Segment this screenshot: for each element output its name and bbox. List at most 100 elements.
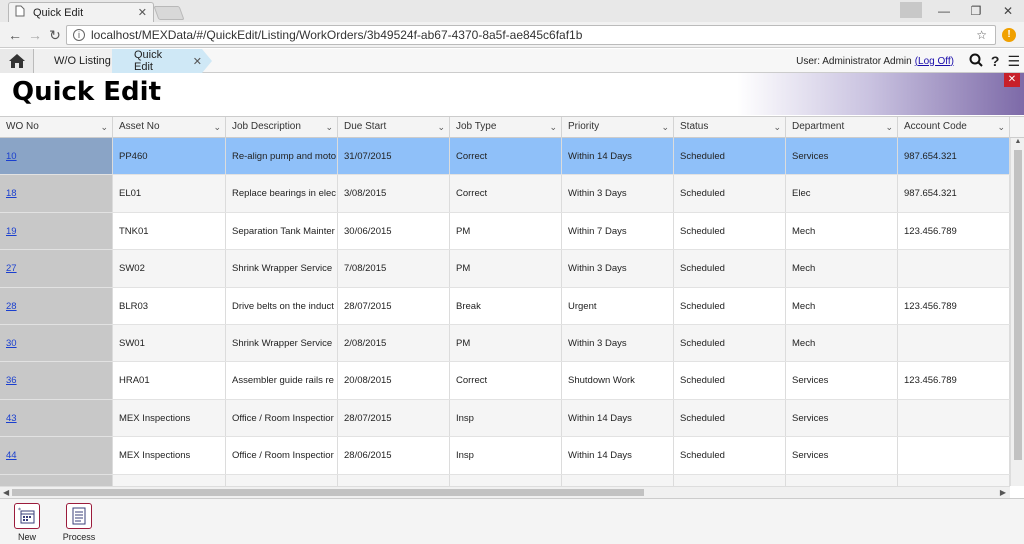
wo-number-link[interactable]: 36: [6, 375, 17, 386]
cell-priority[interactable]: [562, 474, 674, 486]
cell-job-type[interactable]: PM: [450, 250, 562, 287]
chevron-down-icon[interactable]: ⌄: [773, 117, 781, 137]
wo-number-link[interactable]: 10: [6, 151, 17, 162]
cell-due-start[interactable]: 3/08/2015: [338, 175, 450, 212]
cell-account-code[interactable]: 123.456.789: [898, 212, 1010, 250]
cell-due-start[interactable]: 28/07/2015: [338, 399, 450, 437]
column-header-job-type[interactable]: Job Type ⌄: [450, 117, 562, 138]
cell-job-description[interactable]: Replace bearings in elec: [226, 175, 338, 212]
chevron-down-icon[interactable]: ⌄: [549, 117, 557, 137]
search-icon[interactable]: [969, 53, 983, 70]
cell-account-code[interactable]: [898, 324, 1010, 362]
cell-due-start[interactable]: 28/07/2015: [338, 287, 450, 324]
close-breadcrumb-icon[interactable]: ✕: [193, 55, 202, 68]
cell-asset-no[interactable]: SW02: [113, 250, 226, 287]
chevron-down-icon[interactable]: ⌄: [100, 117, 108, 137]
cell-account-code[interactable]: [898, 250, 1010, 287]
info-icon[interactable]: i: [73, 29, 85, 41]
cell-status[interactable]: Scheduled: [674, 212, 786, 250]
table-row[interactable]: 43 MEX Inspections Office / Room Inspectio…: [0, 399, 1010, 438]
wo-number-link[interactable]: 19: [6, 226, 17, 237]
cell-department[interactable]: Mech: [786, 324, 898, 362]
cell-job-description[interactable]: Office / Room Inspectior: [226, 399, 338, 437]
cell-job-description[interactable]: Assembler guide rails re: [226, 362, 338, 399]
cell-status[interactable]: Scheduled: [674, 250, 786, 287]
cell-priority[interactable]: Urgent: [562, 287, 674, 324]
cell-job-type[interactable]: PM: [450, 212, 562, 250]
table-row[interactable]: 19 TNK01 Separation Tank Mainter 30/06/2015…: [0, 212, 1010, 251]
cell-priority[interactable]: Within 3 Days: [562, 250, 674, 287]
cell-status[interactable]: Scheduled: [674, 437, 786, 474]
cell-due-start[interactable]: 28/06/2015: [338, 437, 450, 474]
scroll-thumb[interactable]: [1014, 150, 1022, 460]
column-header-job-description[interactable]: Job Description ⌄: [226, 117, 338, 138]
chevron-down-icon[interactable]: ⌄: [661, 117, 669, 137]
cell-job-description[interactable]: Office / Room Inspectior: [226, 437, 338, 474]
bookmark-star-icon[interactable]: ☆: [976, 28, 987, 42]
cell-job-type[interactable]: PM: [450, 324, 562, 362]
cell-asset-no[interactable]: MEX Inspections: [113, 437, 226, 474]
reload-icon[interactable]: ↻: [46, 26, 64, 44]
table-row[interactable]: 18 EL01 Replace bearings in elec 3/08/2015 C…: [0, 175, 1010, 213]
cell-department[interactable]: [786, 474, 898, 486]
cell-asset-no[interactable]: HRA01: [113, 362, 226, 399]
cell-status[interactable]: Scheduled: [674, 362, 786, 399]
cell-job-type[interactable]: Break: [450, 287, 562, 324]
restore-icon[interactable]: ❐: [960, 0, 992, 22]
cell-asset-no[interactable]: EL01: [113, 175, 226, 212]
cell-department[interactable]: Services: [786, 437, 898, 474]
cell-priority[interactable]: Within 3 Days: [562, 324, 674, 362]
cell-department[interactable]: Mech: [786, 287, 898, 324]
cell-priority[interactable]: Within 3 Days: [562, 175, 674, 212]
cell-account-code[interactable]: [898, 399, 1010, 437]
cell-department[interactable]: Elec: [786, 175, 898, 212]
new-button[interactable]: * New: [7, 503, 47, 542]
cell-status[interactable]: Scheduled: [674, 324, 786, 362]
cell-status[interactable]: [674, 474, 786, 486]
chevron-down-icon[interactable]: ⌄: [997, 117, 1005, 137]
cell-status[interactable]: Scheduled: [674, 138, 786, 175]
browser-tab[interactable]: Quick Edit ✕: [8, 2, 154, 22]
cell-job-type[interactable]: Insp: [450, 437, 562, 474]
wo-number-link[interactable]: 30: [6, 338, 17, 349]
cell-job-description[interactable]: Drive belts on the induct: [226, 287, 338, 324]
cell-asset-no[interactable]: BLR03: [113, 287, 226, 324]
process-button[interactable]: Process: [59, 503, 99, 542]
url-field[interactable]: i localhost/MEXData/#/QuickEdit/Listing/…: [66, 25, 996, 45]
close-tab-icon[interactable]: ✕: [138, 6, 147, 19]
wo-number-link[interactable]: 44: [6, 450, 17, 461]
cell-department[interactable]: Services: [786, 362, 898, 399]
cell-account-code[interactable]: [898, 474, 1010, 486]
cell-department[interactable]: Mech: [786, 212, 898, 250]
cell-job-type[interactable]: [450, 474, 562, 486]
chevron-down-icon[interactable]: ⌄: [437, 117, 445, 137]
cell-department[interactable]: Services: [786, 399, 898, 437]
cell-status[interactable]: Scheduled: [674, 175, 786, 212]
cell-due-start[interactable]: 2/08/2015: [338, 324, 450, 362]
wo-number-link[interactable]: 18: [6, 188, 17, 199]
close-page-icon[interactable]: ✕: [1004, 73, 1020, 87]
menu-icon[interactable]: ☰: [1007, 53, 1020, 70]
breadcrumb-wo-listing[interactable]: W/O Listing: [34, 49, 114, 73]
table-row[interactable]: [0, 474, 1010, 486]
wo-number-link[interactable]: 28: [6, 301, 17, 312]
column-header-account-code[interactable]: Account Code ⌄: [898, 117, 1010, 138]
cell-status[interactable]: Scheduled: [674, 287, 786, 324]
cell-priority[interactable]: Within 14 Days: [562, 138, 674, 175]
cell-department[interactable]: Services: [786, 138, 898, 175]
cell-priority[interactable]: Within 14 Days: [562, 437, 674, 474]
minimize-icon[interactable]: —: [928, 0, 960, 22]
cell-priority[interactable]: Shutdown Work: [562, 362, 674, 399]
column-header-status[interactable]: Status ⌄: [674, 117, 786, 138]
cell-account-code[interactable]: 123.456.789: [898, 362, 1010, 399]
extension-alert-icon[interactable]: !: [1002, 28, 1016, 42]
cell-asset-no[interactable]: PP460: [113, 138, 226, 175]
logoff-link[interactable]: (Log Off): [915, 56, 954, 67]
chevron-down-icon[interactable]: ⌄: [885, 117, 893, 137]
table-row[interactable]: 27 SW02 Shrink Wrapper Service 7/08/2015 PM W…: [0, 250, 1010, 288]
cell-account-code[interactable]: 123.456.789: [898, 287, 1010, 324]
cell-department[interactable]: Mech: [786, 250, 898, 287]
cell-due-start[interactable]: [338, 474, 450, 486]
cell-job-description[interactable]: Shrink Wrapper Service: [226, 250, 338, 287]
table-row[interactable]: 10 PP460 Re-align pump and moto 31/07/2015 C…: [0, 138, 1010, 176]
